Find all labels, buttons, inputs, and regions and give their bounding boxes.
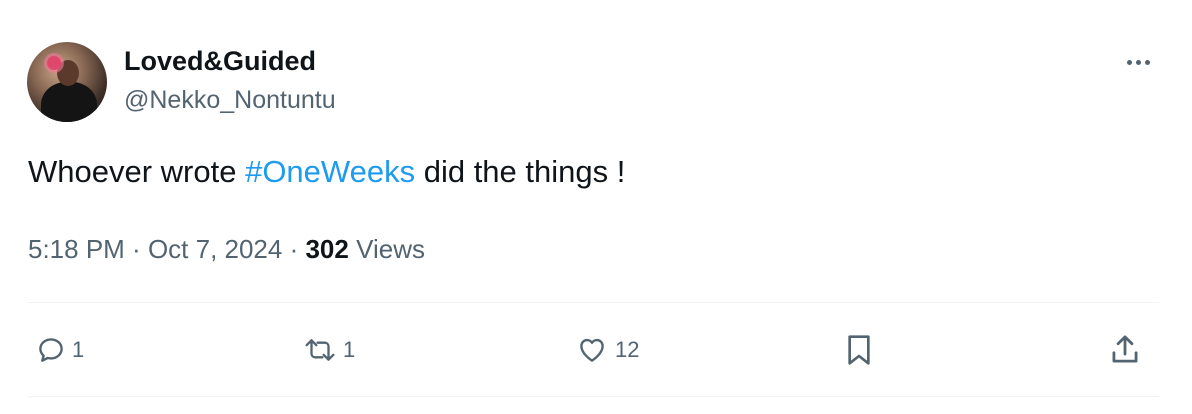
like-button[interactable]: 12 [575,330,639,370]
meta-separator: · [124,234,148,264]
avatar-flower [47,56,61,70]
meta-separator: · [282,234,306,264]
views-count: 302 [305,234,349,264]
tweet-text: Whoever wrote #OneWeeks did the things ! [28,154,625,190]
reply-icon [39,338,63,362]
avatar[interactable] [27,42,107,122]
tweet-card: Loved&Guided @Nekko_Nontuntu Whoever wro… [0,0,1192,414]
bookmark-icon [848,335,870,365]
more-icon [1126,59,1132,65]
bookmark-button[interactable] [843,330,875,370]
share-icon [1112,335,1138,363]
retweet-button[interactable]: 1 [303,330,355,370]
reply-count: 1 [72,337,85,362]
tweet-text-before: Whoever wrote [28,154,246,189]
display-name[interactable]: Loved&Guided [124,46,316,77]
like-icon [580,338,604,362]
more-icon-dot [1135,59,1141,65]
hashtag-link[interactable]: #OneWeeks [245,154,415,189]
views-label: Views [348,234,425,264]
tweet-text-after: did the things ! [415,154,626,189]
avatar-dress [41,82,97,122]
like-count: 12 [615,337,640,362]
reply-button[interactable]: 1 [36,330,84,370]
divider [28,302,1159,303]
tweet-meta: 5:18 PM · Oct 7, 2024 · 302 Views [28,234,425,265]
user-handle[interactable]: @Nekko_Nontuntu [124,86,336,115]
more-icon-dot [1144,59,1150,65]
share-button[interactable] [1108,330,1142,370]
tweet-time[interactable]: 5:18 PM [28,234,125,264]
tweet-date[interactable]: Oct 7, 2024 [148,234,282,264]
more-button[interactable] [1118,48,1158,76]
retweet-icon [305,339,335,361]
retweet-count: 1 [343,337,356,362]
divider [28,396,1159,397]
